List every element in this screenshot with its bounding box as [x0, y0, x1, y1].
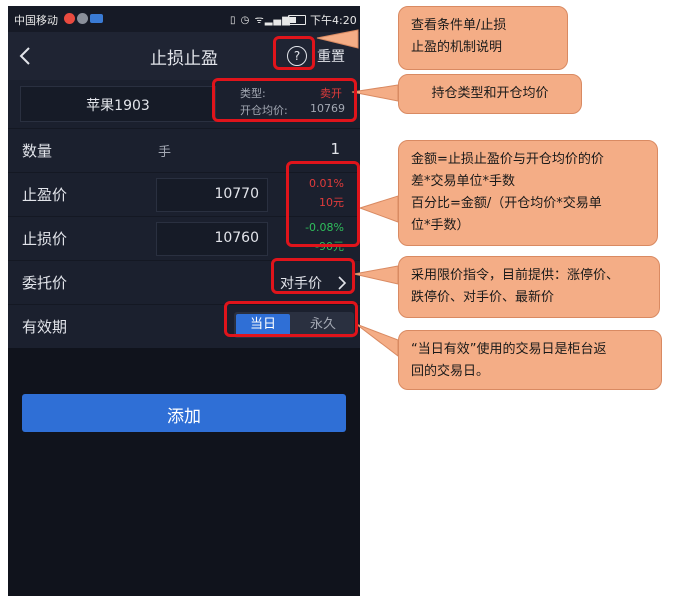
- callout-position: 持仓类型和开仓均价: [398, 74, 582, 114]
- callout-text: 跌停价、对手价、最新价: [411, 290, 555, 305]
- callout-help: 查看条件单/止损 止盈的机制说明: [398, 6, 568, 70]
- callout-order-price: 采用限价指令，目前提供：涨停价、 跌停价、对手价、最新价: [398, 256, 660, 318]
- callout-text: 采用限价指令，目前提供：涨停价、: [411, 268, 620, 283]
- callout-text: 百分比=金额/（开仓均价*交易单: [411, 196, 602, 211]
- callout-text: 止盈的机制说明: [411, 40, 503, 55]
- highlight-position: [212, 78, 357, 122]
- callout-text: 查看条件单/止损: [411, 18, 507, 33]
- callout-validity: “当日有效”使用的交易日是柜台返 回的交易日。: [398, 330, 662, 390]
- callout-text: 金额=止损止盈价与开仓均价的价: [411, 152, 604, 167]
- highlight-validity: [224, 301, 358, 337]
- callout-amount: 金额=止损止盈价与开仓均价的价 差*交易单位*手数 百分比=金额/（开仓均价*交…: [398, 140, 658, 246]
- highlight-amount: [286, 161, 360, 247]
- callout-text: 持仓类型和开仓均价: [431, 86, 549, 101]
- callout-text: “当日有效”使用的交易日是柜台返: [411, 342, 607, 357]
- highlight-help: [273, 36, 315, 70]
- callout-text: 差*交易单位*手数: [411, 174, 516, 189]
- highlight-order-price: [271, 258, 355, 294]
- callout-text: 回的交易日。: [411, 364, 490, 379]
- callout-text: 位*手数）: [411, 218, 470, 233]
